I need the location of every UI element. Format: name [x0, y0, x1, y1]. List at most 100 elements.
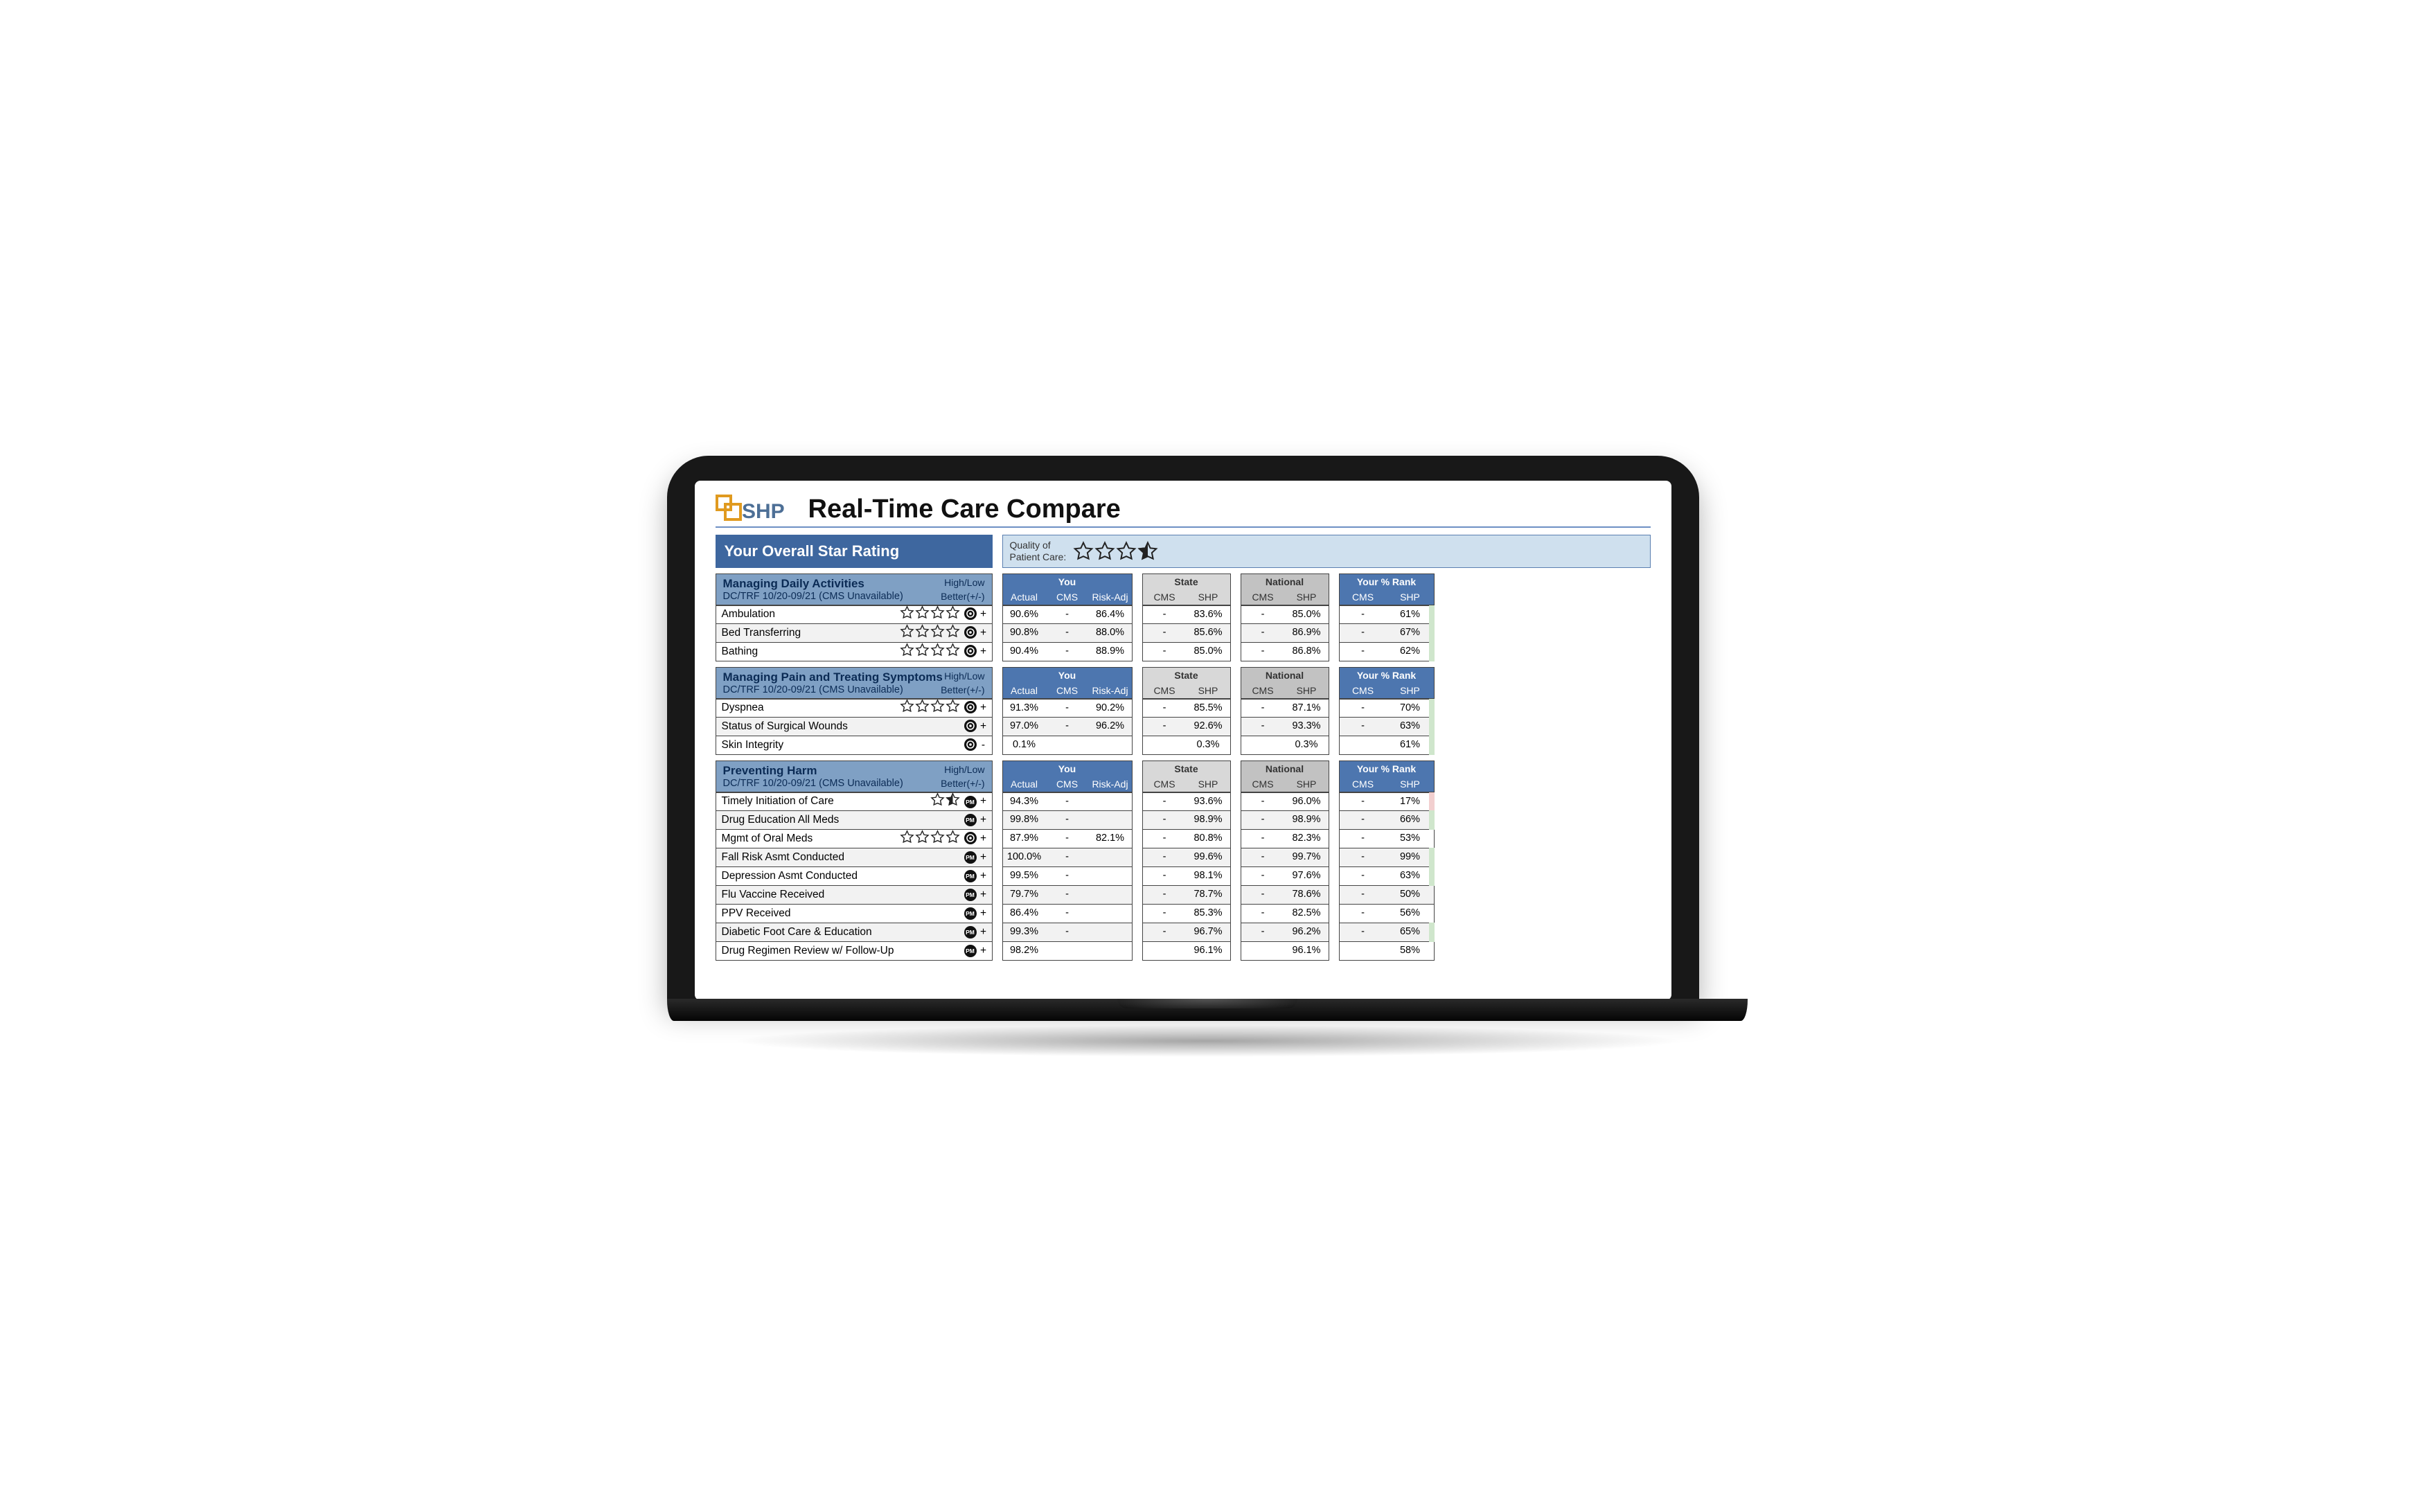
- high-low-label: High/Low: [944, 670, 984, 682]
- national-cells: -82.3%: [1241, 830, 1329, 848]
- star-rating: [900, 643, 960, 657]
- metric-name: Fall Risk Asmt Conducted: [722, 851, 960, 864]
- metric-name: Status of Surgical Wounds: [722, 720, 960, 733]
- state-cells: -93.6%: [1142, 792, 1231, 811]
- better-sign: +: [979, 646, 988, 658]
- star-icon: [930, 624, 945, 639]
- state-cells: -85.5%: [1142, 699, 1231, 718]
- target-icon: [964, 626, 977, 639]
- national-cells: -98.9%: [1241, 811, 1329, 830]
- national-cells: -97.6%: [1241, 867, 1329, 886]
- state-cells: -78.7%: [1142, 886, 1231, 905]
- star-icon: [900, 830, 914, 844]
- target-icon: [964, 738, 977, 751]
- national-cells: -82.5%: [1241, 905, 1329, 923]
- national-cells: 96.1%: [1241, 942, 1329, 961]
- metric-row: Bathing +: [716, 643, 993, 661]
- better-sign: +: [979, 907, 988, 920]
- star-icon: [946, 643, 960, 657]
- laptop-shadow: [729, 1025, 1685, 1057]
- target-icon: [964, 720, 977, 732]
- page-title: Real-Time Care Compare: [808, 495, 1121, 524]
- state-header: State CMSSHP: [1142, 573, 1231, 605]
- metric-name: Timely Initiation of Care: [722, 795, 930, 808]
- metric-row: PPV Received PM +: [716, 905, 993, 923]
- metric-name: Depression Asmt Conducted: [722, 870, 960, 882]
- star-icon: [930, 643, 945, 657]
- star-icon: [915, 699, 930, 713]
- national-cells: -93.3%: [1241, 718, 1329, 736]
- star-icon: [915, 830, 930, 844]
- you-header: You ActualCMSRisk-Adj: [1002, 667, 1133, 699]
- state-cells: -83.6%: [1142, 605, 1231, 624]
- rank-cells: -62%: [1339, 643, 1435, 661]
- better-sign: +: [979, 945, 988, 957]
- rank-header: Your % Rank CMSSHP: [1339, 761, 1435, 792]
- overall-rating-heading: Your Overall Star Rating: [716, 535, 993, 568]
- star-icon: [930, 699, 945, 713]
- star-icon: [946, 699, 960, 713]
- pm-badge-icon: PM: [964, 926, 977, 939]
- star-icon: [946, 830, 960, 844]
- metric-name: Drug Education All Meds: [722, 814, 960, 826]
- star-icon: [930, 605, 945, 620]
- you-cells: 100.0%-: [1002, 848, 1133, 867]
- metric-row: Bed Transferring +: [716, 624, 993, 643]
- better-sign: +: [979, 851, 988, 864]
- state-cells: -99.6%: [1142, 848, 1231, 867]
- national-header: National CMSSHP: [1241, 761, 1329, 792]
- rank-cells: -17%: [1339, 792, 1435, 811]
- state-cells: -98.9%: [1142, 811, 1231, 830]
- star-icon: [1094, 541, 1115, 562]
- quality-label: Quality ofPatient Care:: [1010, 540, 1067, 563]
- better-sign: +: [979, 702, 988, 714]
- star-icon: [946, 624, 960, 639]
- better-sign: +: [979, 814, 988, 826]
- metric-row: Timely Initiation of Care PM +: [716, 792, 993, 811]
- pm-badge-icon: PM: [964, 870, 977, 882]
- rank-cells: -66%: [1339, 811, 1435, 830]
- section-header: Preventing Harm DC/TRF 10/20-09/21 (CMS …: [716, 761, 993, 792]
- national-cells: 0.3%: [1241, 736, 1329, 755]
- star-icon: [915, 643, 930, 657]
- section-header: Managing Pain and Treating Symptoms DC/T…: [716, 667, 993, 699]
- metric-row: Status of Surgical Wounds +: [716, 718, 993, 736]
- metric-row: Drug Regimen Review w/ Follow-Up PM +: [716, 942, 993, 961]
- star-icon: [930, 792, 945, 807]
- you-cells: 0.1%: [1002, 736, 1133, 755]
- section-header: Managing Daily Activities DC/TRF 10/20-0…: [716, 573, 993, 605]
- you-cells: 87.9%-82.1%: [1002, 830, 1133, 848]
- national-cells: -78.6%: [1241, 886, 1329, 905]
- national-header: National CMSSHP: [1241, 573, 1329, 605]
- rank-header: Your % Rank CMSSHP: [1339, 573, 1435, 605]
- target-icon: [964, 832, 977, 844]
- better-sign: +: [979, 870, 988, 882]
- you-cells: 90.4%-88.9%: [1002, 643, 1133, 661]
- national-cells: -99.7%: [1241, 848, 1329, 867]
- star-icon: [915, 605, 930, 620]
- metric-name: PPV Received: [722, 907, 960, 920]
- rank-cells: -63%: [1339, 867, 1435, 886]
- state-cells: -92.6%: [1142, 718, 1231, 736]
- national-cells: -96.2%: [1241, 923, 1329, 942]
- rank-cells: -53%: [1339, 830, 1435, 848]
- metric-row: Fall Risk Asmt Conducted PM +: [716, 848, 993, 867]
- svg-text:SHP: SHP: [742, 500, 785, 523]
- high-low-label: High/Low: [944, 577, 984, 588]
- metric-name: Flu Vaccine Received: [722, 889, 960, 901]
- quality-of-care-panel: Quality ofPatient Care:: [1002, 535, 1651, 568]
- star-rating: [900, 605, 960, 620]
- better-sign: +: [979, 833, 988, 845]
- metric-row: Diabetic Foot Care & Education PM +: [716, 923, 993, 942]
- you-cells: 90.6%-86.4%: [1002, 605, 1133, 624]
- star-icon: [1073, 541, 1094, 562]
- metric-row: Mgmt of Oral Meds +: [716, 830, 993, 848]
- rank-cells: 61%: [1339, 736, 1435, 755]
- rank-cells: -56%: [1339, 905, 1435, 923]
- metric-name: Diabetic Foot Care & Education: [722, 926, 960, 939]
- better-sign: +: [979, 720, 988, 733]
- star-rating: [900, 624, 960, 639]
- you-header: You ActualCMSRisk-Adj: [1002, 761, 1133, 792]
- metric-row: Ambulation +: [716, 605, 993, 624]
- rank-cells: -61%: [1339, 605, 1435, 624]
